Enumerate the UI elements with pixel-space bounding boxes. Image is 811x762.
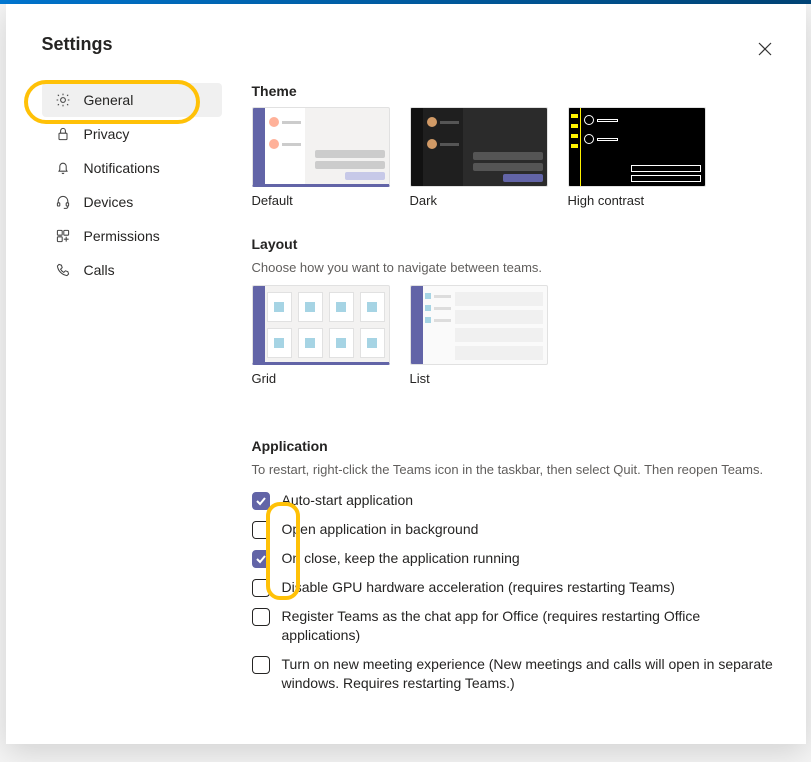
layout-option-list[interactable]: List (410, 285, 548, 386)
checkbox-label: Turn on new meeting experience (New meet… (282, 655, 776, 693)
theme-preview-icon (568, 107, 706, 187)
sidebar-item-privacy[interactable]: Privacy (42, 117, 222, 151)
checkbox-keep-running[interactable] (252, 550, 270, 568)
checkbox-label: Open application in background (282, 520, 776, 539)
sidebar-item-permissions[interactable]: Permissions (42, 219, 222, 253)
application-description: To restart, right-click the Teams icon i… (252, 462, 776, 477)
layout-option-label: Grid (252, 371, 390, 386)
theme-preview-icon (410, 107, 548, 187)
checkbox-label: Auto-start application (282, 491, 776, 510)
application-title: Application (252, 438, 776, 454)
checkbox-register-office[interactable] (252, 608, 270, 626)
sidebar-item-devices[interactable]: Devices (42, 185, 222, 219)
theme-option-label: Dark (410, 193, 548, 208)
sidebar-item-label: Calls (84, 262, 115, 278)
theme-option-label: High contrast (568, 193, 706, 208)
theme-title: Theme (252, 83, 776, 99)
checkbox-label: On close, keep the application running (282, 549, 776, 568)
sidebar-item-label: Permissions (84, 228, 160, 244)
sidebar-item-label: Notifications (84, 160, 160, 176)
layout-option-grid[interactable]: Grid (252, 285, 390, 386)
checkbox-open-background[interactable] (252, 521, 270, 539)
theme-option-high-contrast[interactable]: High contrast (568, 107, 706, 208)
checkbox-new-meeting-experience[interactable] (252, 656, 270, 674)
layout-preview-icon (410, 285, 548, 365)
checkbox-label: Disable GPU hardware acceleration (requi… (282, 578, 776, 597)
theme-option-dark[interactable]: Dark (410, 107, 548, 208)
layout-title: Layout (252, 236, 776, 252)
layout-option-label: List (410, 371, 548, 386)
settings-title: Settings (42, 34, 776, 55)
lock-icon (54, 125, 72, 143)
phone-icon (54, 261, 72, 279)
theme-preview-icon (252, 107, 390, 187)
checkbox-label: Register Teams as the chat app for Offic… (282, 607, 776, 645)
headset-icon (54, 193, 72, 211)
checkbox-auto-start[interactable] (252, 492, 270, 510)
theme-option-label: Default (252, 193, 390, 208)
permissions-icon (54, 227, 72, 245)
settings-modal: Settings General Privacy Notifications (6, 4, 806, 744)
gear-icon (54, 91, 72, 109)
close-button[interactable] (758, 42, 778, 62)
settings-sidebar: General Privacy Notifications Devices (42, 83, 222, 703)
sidebar-item-calls[interactable]: Calls (42, 253, 222, 287)
sidebar-item-general[interactable]: General (42, 83, 222, 117)
sidebar-item-label: Privacy (84, 126, 130, 142)
layout-preview-icon (252, 285, 390, 365)
sidebar-item-label: General (84, 92, 134, 108)
theme-option-default[interactable]: Default (252, 107, 390, 208)
sidebar-item-label: Devices (84, 194, 134, 210)
layout-description: Choose how you want to navigate between … (252, 260, 776, 275)
bell-icon (54, 159, 72, 177)
checkbox-disable-gpu[interactable] (252, 579, 270, 597)
sidebar-item-notifications[interactable]: Notifications (42, 151, 222, 185)
